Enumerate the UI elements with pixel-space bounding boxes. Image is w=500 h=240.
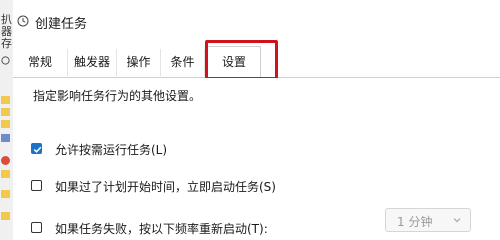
allow-on-demand-label[interactable]: 允许按需运行任务(L)	[55, 141, 167, 158]
tab-conditions[interactable]: 条件	[161, 49, 205, 76]
clock-icon	[17, 15, 29, 27]
clock-icon	[1, 56, 10, 65]
settings-description: 指定影响任务行为的其他设置。	[33, 89, 202, 103]
restart-on-failure-checkbox[interactable]	[31, 222, 42, 233]
dialog-titlebar: 创建任务	[13, 0, 500, 38]
tab-general[interactable]: 常规	[13, 49, 68, 76]
restart-on-failure-label[interactable]: 如果任务失败，按以下频率重新启动(T):	[55, 220, 268, 237]
start-when-missed-checkbox[interactable]	[31, 180, 42, 191]
background-window-strip: 扒 器 存	[0, 0, 14, 240]
folder-icon	[1, 190, 10, 198]
restart-interval-value: 1 分钟	[397, 215, 433, 229]
folder-icon	[1, 170, 10, 178]
folder-icon	[1, 134, 10, 142]
start-when-missed-label[interactable]: 如果过了计划开始时间，立即启动任务(S)	[55, 178, 276, 195]
status-icon	[1, 156, 10, 165]
create-task-dialog: 创建任务 常规 触发器 操作 条件 设置 指定影响任务行为的其他设置。 允许按需…	[13, 0, 500, 240]
folder-icon	[1, 96, 10, 104]
folder-icon	[1, 108, 10, 116]
tab-settings[interactable]: 设置	[207, 46, 261, 78]
tab-actions[interactable]: 操作	[117, 49, 161, 76]
allow-on-demand-checkbox[interactable]	[31, 143, 42, 154]
folder-icon	[1, 120, 10, 128]
restart-interval-select[interactable]: 1 分钟	[385, 208, 471, 232]
tab-triggers[interactable]: 触发器	[68, 49, 117, 76]
folder-icon	[1, 212, 10, 220]
background-text-fragment: 存	[1, 37, 12, 50]
chevron-down-icon	[453, 218, 461, 223]
dialog-title: 创建任务	[35, 17, 88, 32]
checkmark-icon	[33, 146, 42, 153]
